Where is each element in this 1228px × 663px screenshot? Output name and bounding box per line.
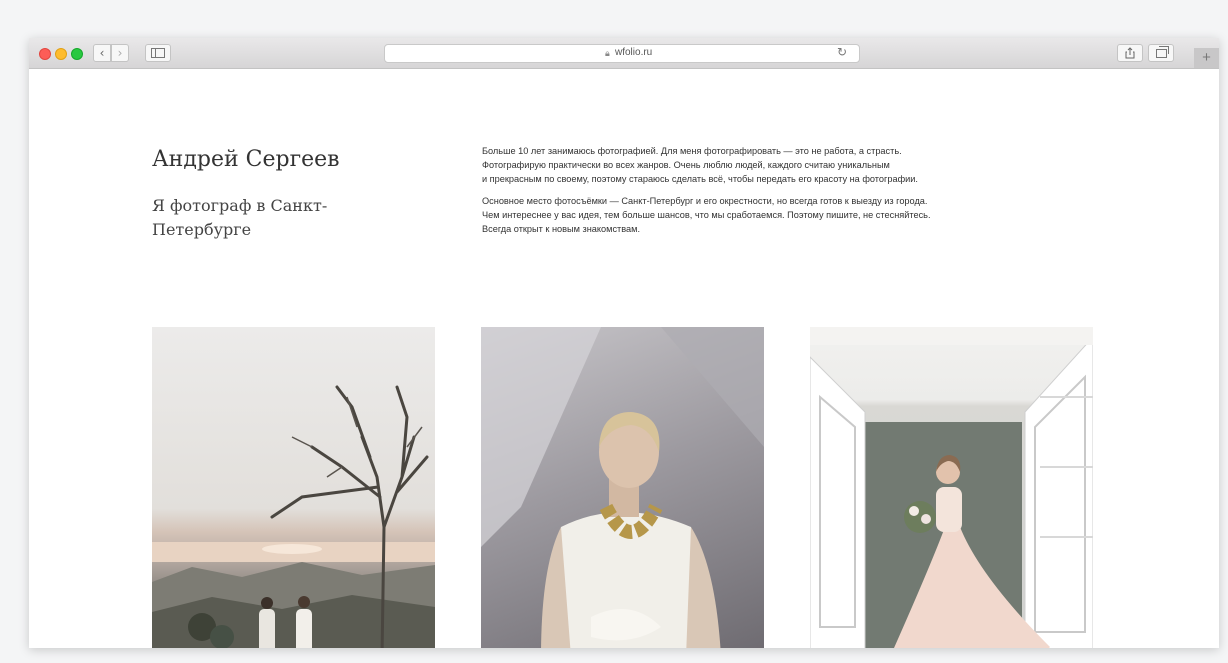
new-tab-button[interactable]: + xyxy=(1194,48,1219,68)
about-paragraph-2: Основное место фотосъёмки — Санкт-Петерб… xyxy=(482,196,931,234)
lock-icon: 🔒︎ xyxy=(605,48,610,58)
address-bar-url: wfolio.ru xyxy=(615,47,653,58)
gallery-photo-bride-doors[interactable] xyxy=(810,327,1093,648)
gallery-photo-woman-necklace[interactable] xyxy=(481,327,764,648)
close-window-button[interactable] xyxy=(39,48,51,60)
sidebar-icon xyxy=(151,48,165,58)
address-bar[interactable]: 🔒︎ wfolio.ru ↻ xyxy=(384,44,860,63)
browser-window: ‹ › 🔒︎ wfolio.ru ↻ + Андрей Сергеев Я фо… xyxy=(29,38,1219,648)
photographer-name: Андрей Сергеев xyxy=(152,147,340,172)
about-paragraph-1: Больше 10 лет занимаюсь фотографией. Для… xyxy=(482,146,918,184)
gallery-photo-couple-tree[interactable] xyxy=(152,327,435,648)
zoom-window-button[interactable] xyxy=(71,48,83,60)
about-text: Больше 10 лет занимаюсь фотографией. Для… xyxy=(482,144,1102,244)
chevron-right-icon: › xyxy=(117,46,123,60)
share-icon xyxy=(1125,47,1135,59)
forward-button[interactable]: › xyxy=(111,44,129,62)
reload-icon[interactable]: ↻ xyxy=(837,45,847,59)
tabs-icon xyxy=(1155,45,1169,58)
chevron-left-icon: ‹ xyxy=(99,46,105,60)
couple-tree-image xyxy=(152,385,435,648)
browser-toolbar: ‹ › 🔒︎ wfolio.ru ↻ + xyxy=(29,38,1219,69)
photographer-subtitle: Я фотограф в Санкт-Петербурге xyxy=(152,196,328,239)
bride-doors-image xyxy=(810,327,1093,648)
show-tabs-button[interactable] xyxy=(1148,44,1174,62)
share-button[interactable] xyxy=(1117,44,1143,62)
woman-necklace-image xyxy=(481,327,764,648)
sidebar-toggle-button[interactable] xyxy=(145,44,171,62)
back-button[interactable]: ‹ xyxy=(93,44,111,62)
plus-icon: + xyxy=(1202,49,1211,66)
minimize-window-button[interactable] xyxy=(55,48,67,60)
